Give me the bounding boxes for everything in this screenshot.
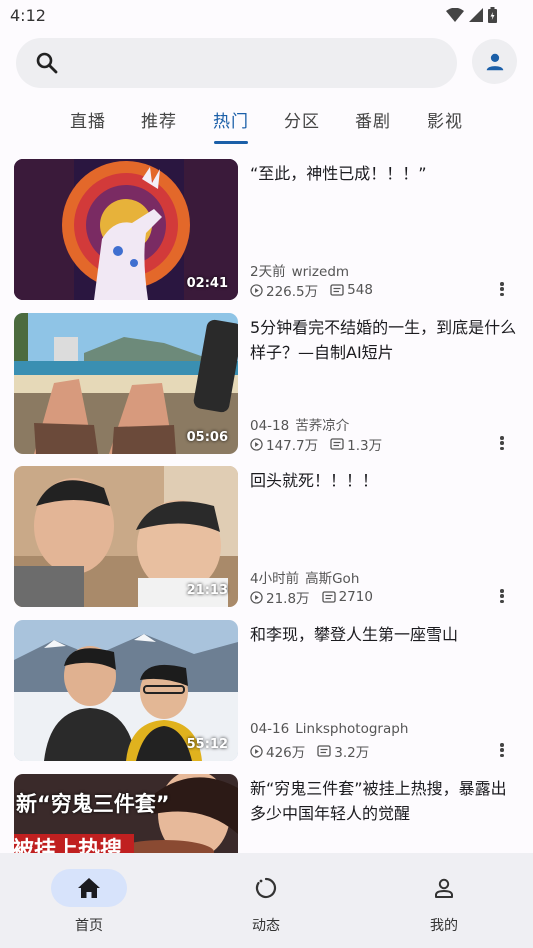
activity-icon xyxy=(255,877,277,899)
upload-time: 2天前 xyxy=(250,264,286,280)
status-icons xyxy=(446,7,497,23)
video-meta: 04-16 Linksphotograph xyxy=(250,721,408,737)
account-button[interactable] xyxy=(472,39,517,84)
video-title[interactable]: 回头就死！！！！ xyxy=(250,468,520,493)
tab-anime[interactable]: 番剧 xyxy=(348,107,398,132)
search-icon[interactable] xyxy=(35,51,59,75)
category-tabs: 直播 推荐 热门 分区 番剧 影视 xyxy=(0,101,533,145)
video-duration: 05:06 xyxy=(186,430,228,445)
video-feed[interactable]: 02:41 “至此，神性已成！！！” 2天前 wrizedm 226.5万 548 xyxy=(0,158,533,853)
video-card[interactable]: 02:41 “至此，神性已成！！！” 2天前 wrizedm 226.5万 548 xyxy=(0,159,533,300)
video-card[interactable]: 21:13 回头就死！！！！ 4小时前 高斯Goh 21.8万 2710 xyxy=(0,466,533,607)
video-thumbnail[interactable]: 05:06 xyxy=(14,313,238,454)
view-count: 147.7万 xyxy=(266,438,319,454)
person-icon xyxy=(435,878,453,898)
play-count-icon xyxy=(250,283,263,297)
nav-home-indicator xyxy=(51,869,127,907)
video-stats: 147.7万 1.3万 xyxy=(250,434,382,454)
tab-recommend[interactable]: 推荐 xyxy=(134,107,184,132)
video-duration: 21:13 xyxy=(186,583,228,598)
thumbnail-text-line2: 被挂上热搜 xyxy=(14,838,123,853)
play-count-icon xyxy=(250,590,263,604)
video-duration: 02:41 xyxy=(186,276,228,291)
thumbnail-text-line1: 新“穷鬼三件套” xyxy=(16,792,170,816)
upload-time: 04-18 xyxy=(250,418,290,434)
video-card[interactable]: 新“穷鬼三件套” 被挂上热搜 新“穷鬼三件套”被挂上热搜，暴露出多少中国年轻人的… xyxy=(0,774,533,853)
more-options-icon[interactable] xyxy=(496,587,508,605)
more-options-icon[interactable] xyxy=(496,434,508,452)
battery-icon xyxy=(488,7,497,23)
more-options-icon[interactable] xyxy=(496,280,508,298)
danmaku-icon xyxy=(321,591,336,603)
video-title[interactable]: “至此，神性已成！！！” xyxy=(250,161,520,186)
uploader-name[interactable]: 高斯Goh xyxy=(305,571,359,587)
nav-home-label: 首页 xyxy=(75,918,103,934)
video-thumbnail[interactable]: 55:12 xyxy=(14,620,238,761)
video-stats: 21.8万 2710 xyxy=(250,587,373,607)
person-icon xyxy=(486,53,503,70)
video-meta: 2天前 wrizedm xyxy=(250,260,349,280)
upload-time: 4小时前 xyxy=(250,571,300,587)
view-count: 226.5万 xyxy=(266,284,319,300)
video-meta: 04-18 苦荞凉介 xyxy=(250,414,349,434)
tab-zones[interactable]: 分区 xyxy=(277,107,327,132)
more-options-icon[interactable] xyxy=(496,741,508,759)
video-title[interactable]: 和李现，攀登人生第一座雪山 xyxy=(250,622,520,647)
danmaku-icon xyxy=(330,284,344,296)
view-count: 426万 xyxy=(266,745,306,761)
play-count-icon xyxy=(250,744,263,758)
search-row xyxy=(16,38,517,88)
video-stats: 426万 3.2万 xyxy=(250,741,369,761)
status-time: 4:12 xyxy=(10,5,46,25)
tab-movies[interactable]: 影视 xyxy=(420,107,470,132)
video-thumbnail[interactable]: 新“穷鬼三件套” 被挂上热搜 xyxy=(14,774,238,853)
video-thumbnail[interactable]: 21:13 xyxy=(14,466,238,607)
danmaku-icon xyxy=(317,745,331,757)
video-card[interactable]: 05:06 5分钟看完不结婚的一生，到底是什么样子？—自制AI短片 04-18 苦… xyxy=(0,313,533,454)
bottom-navigation: 首页 动态 我的 xyxy=(0,853,533,948)
status-bar: 4:12 xyxy=(0,0,533,30)
nav-profile[interactable]: 我的 xyxy=(384,869,504,935)
nav-activity-label: 动态 xyxy=(252,918,280,934)
view-count: 21.8万 xyxy=(266,591,310,607)
upload-time: 04-16 xyxy=(250,721,290,737)
nav-activity[interactable]: 动态 xyxy=(206,869,326,935)
home-icon xyxy=(78,878,100,898)
danmaku-count: 1.3万 xyxy=(347,438,383,454)
danmaku-count: 3.2万 xyxy=(334,745,370,761)
video-title[interactable]: 新“穷鬼三件套”被挂上热搜，暴露出多少中国年轻人的觉醒 xyxy=(250,776,520,826)
video-card[interactable]: 55:12 和李现，攀登人生第一座雪山 04-16 Linksphotograph… xyxy=(0,620,533,761)
cell-signal-icon xyxy=(469,8,483,22)
nav-home[interactable]: 首页 xyxy=(29,869,149,935)
uploader-name[interactable]: 苦荞凉介 xyxy=(295,418,349,434)
uploader-name[interactable]: wrizedm xyxy=(292,264,349,280)
danmaku-count: 548 xyxy=(347,282,373,298)
tab-indicator xyxy=(214,141,248,144)
nav-profile-label: 我的 xyxy=(430,918,458,934)
wifi-icon xyxy=(446,8,464,22)
video-title[interactable]: 5分钟看完不结婚的一生，到底是什么样子？—自制AI短片 xyxy=(250,315,520,365)
search-bar[interactable] xyxy=(16,38,457,88)
tab-hot[interactable]: 热门 xyxy=(206,107,256,132)
uploader-name[interactable]: Linksphotograph xyxy=(295,721,408,737)
video-meta: 4小时前 高斯Goh xyxy=(250,567,359,587)
danmaku-count: 2710 xyxy=(338,589,373,605)
video-stats: 226.5万 548 xyxy=(250,280,373,300)
play-count-icon xyxy=(250,437,263,451)
tab-live[interactable]: 直播 xyxy=(63,107,113,132)
danmaku-icon xyxy=(330,438,344,450)
video-duration: 55:12 xyxy=(186,737,228,752)
video-thumbnail[interactable]: 02:41 xyxy=(14,159,238,300)
